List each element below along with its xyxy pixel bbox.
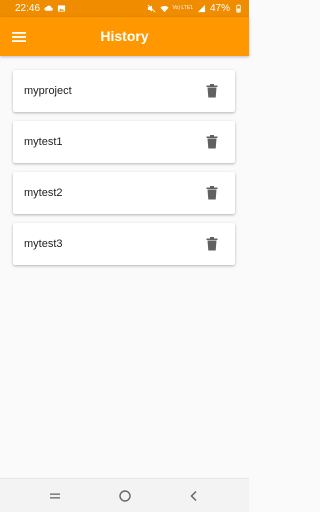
history-item-mytest2[interactable]: mytest2: [13, 172, 235, 214]
status-time: 22:46: [15, 3, 41, 14]
status-left: 22:46: [15, 3, 66, 14]
history-item-label: mytest3: [24, 238, 63, 250]
history-item-mytest1[interactable]: mytest1: [13, 121, 235, 163]
page-title: History: [100, 28, 149, 44]
app-bar: History: [0, 17, 249, 56]
screen: 22:46 Vo) LTE1 47% History myproject myt…: [0, 0, 249, 512]
network-label: Vo) LTE1: [172, 5, 193, 11]
navigation-bar: [0, 478, 249, 512]
signal-icon: [197, 4, 206, 13]
history-item-myproject[interactable]: myproject: [13, 70, 235, 112]
history-list: myproject mytest1 mytest2 mytest3: [13, 70, 236, 274]
wifi-icon: [159, 4, 169, 13]
recents-icon[interactable]: [47, 488, 63, 504]
trash-icon[interactable]: [205, 236, 219, 252]
battery-icon: [234, 4, 243, 13]
back-icon[interactable]: [186, 488, 202, 504]
history-item-mytest3[interactable]: mytest3: [13, 223, 235, 265]
history-item-label: mytest2: [24, 187, 63, 199]
cloud-icon: [44, 4, 53, 13]
image-icon: [57, 4, 66, 13]
history-item-label: myproject: [24, 85, 72, 97]
status-right: Vo) LTE1 47%: [147, 3, 244, 14]
home-icon[interactable]: [117, 488, 133, 504]
battery-percent: 47%: [209, 3, 230, 14]
trash-icon[interactable]: [205, 185, 219, 201]
history-item-label: mytest1: [24, 136, 63, 148]
trash-icon[interactable]: [205, 134, 219, 150]
mute-icon: [147, 4, 156, 13]
trash-icon[interactable]: [205, 83, 219, 99]
status-bar: 22:46 Vo) LTE1 47%: [0, 0, 249, 17]
